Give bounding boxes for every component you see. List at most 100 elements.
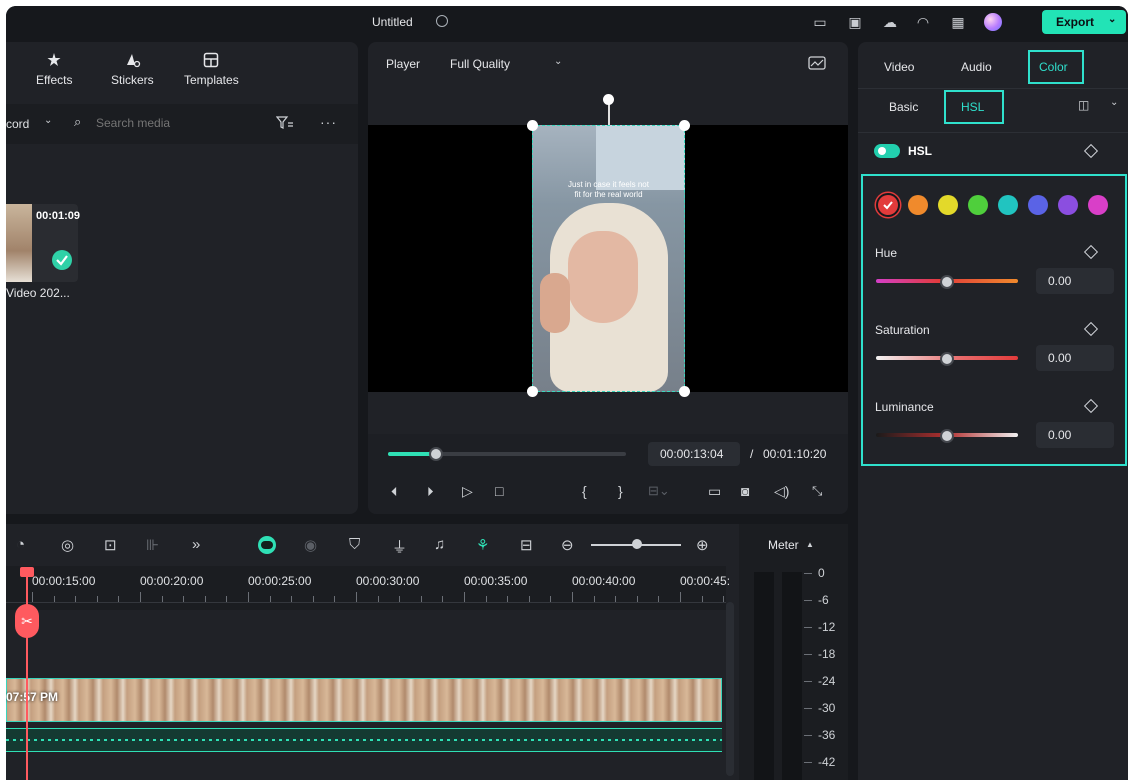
playhead-knob[interactable]: [428, 447, 443, 461]
color-swatch-5[interactable]: [1028, 195, 1048, 215]
ruler-tick: [572, 592, 573, 602]
luminance-value-field[interactable]: 0.00: [1036, 422, 1114, 448]
tab-effects[interactable]: Effects: [36, 51, 72, 87]
split-scissors-icon[interactable]: ✂: [15, 604, 39, 638]
color-swatch-1[interactable]: [908, 195, 928, 215]
media-clip[interactable]: 00:01:09: [6, 204, 81, 282]
rotate-handle[interactable]: [603, 94, 614, 105]
record-disabled-icon: ◉: [304, 537, 318, 554]
quality-dropdown[interactable]: Full Quality: [450, 57, 510, 71]
color-swatch-7[interactable]: [1088, 195, 1108, 215]
export-label: Export: [1056, 15, 1095, 29]
fullscreen-icon[interactable]: ⤡: [812, 483, 822, 499]
ruler-tick: [248, 592, 249, 602]
hsl-toggle-label: HSL: [908, 144, 932, 158]
color-swatch-0[interactable]: [878, 195, 898, 215]
playback-progress[interactable]: [388, 452, 626, 456]
color-swatch-4[interactable]: [998, 195, 1018, 215]
more-tools-icon[interactable]: »: [192, 536, 200, 553]
compare-view-icon[interactable]: ◫: [1078, 98, 1089, 112]
prev-frame-icon[interactable]: ⏴: [391, 484, 398, 500]
music-list-icon[interactable]: ♫: [434, 536, 445, 553]
meter-scale-label: -42: [818, 755, 836, 769]
search-input[interactable]: [94, 113, 268, 133]
saved-check-icon: [436, 15, 448, 27]
meter-scale-label: -36: [818, 728, 836, 742]
search-icon: ⌕: [74, 114, 82, 129]
layout-icon[interactable]: ▭: [812, 14, 828, 30]
hue-value-field[interactable]: 0.00: [1036, 268, 1114, 294]
playhead-line[interactable]: [26, 568, 28, 780]
color-palette-icon[interactable]: ◎: [61, 536, 74, 554]
camera-snapshot-icon[interactable]: ◙: [741, 483, 749, 499]
filter-icon[interactable]: [276, 116, 294, 130]
cloud-upload-icon[interactable]: ☁: [882, 14, 898, 30]
playhead-head[interactable]: [20, 567, 34, 577]
meter-scale-label: -6: [818, 593, 829, 607]
saturation-slider-knob[interactable]: [940, 352, 954, 366]
meter-tick: [804, 708, 812, 709]
shield-icon[interactable]: ⛉: [349, 536, 360, 553]
subtab-chevron-icon[interactable]: ⌄: [1110, 97, 1118, 108]
video-clip-track[interactable]: [6, 678, 722, 722]
export-button[interactable]: Export ⌄: [1042, 10, 1126, 34]
ai-assistant-icon[interactable]: [258, 536, 276, 554]
more-options-icon[interactable]: ···: [320, 114, 337, 130]
resize-handle-br[interactable]: [679, 386, 690, 397]
hsl-toggle[interactable]: [874, 144, 900, 158]
selected-check-icon: [52, 250, 72, 270]
microphone-icon[interactable]: ⏚: [392, 536, 407, 557]
account-avatar[interactable]: [984, 13, 1002, 31]
color-swatch-2[interactable]: [938, 195, 958, 215]
meter-scale-label: -30: [818, 701, 836, 715]
fit-timeline-icon[interactable]: ⊟: [520, 536, 533, 554]
tab-templates[interactable]: Templates: [184, 51, 239, 87]
resize-handle-tl[interactable]: [527, 120, 538, 131]
subtab-basic[interactable]: Basic: [889, 100, 918, 114]
luminance-slider-knob[interactable]: [940, 429, 954, 443]
play-icon[interactable]: ▷: [462, 483, 473, 500]
snapshot-view-icon[interactable]: [808, 56, 826, 70]
apps-grid-icon[interactable]: ▦: [950, 14, 966, 30]
subtab-hsl[interactable]: HSL: [961, 100, 984, 114]
resize-handle-tr[interactable]: [679, 120, 690, 131]
saturation-value-field[interactable]: 0.00: [1036, 345, 1114, 371]
swatch-check-icon: [883, 201, 893, 210]
zoom-out-icon[interactable]: ⊖: [561, 536, 574, 554]
save-icon[interactable]: ▣: [847, 14, 863, 30]
timeline-scrollbar[interactable]: [726, 602, 734, 776]
tab-color[interactable]: Color: [1039, 60, 1068, 74]
next-frame-icon[interactable]: ⏵: [427, 484, 434, 500]
transform-box[interactable]: [532, 125, 685, 392]
meter-tick: [804, 573, 812, 574]
hue-slider-knob[interactable]: [940, 275, 954, 289]
mark-out-icon[interactable]: }: [618, 483, 623, 499]
tab-audio[interactable]: Audio: [961, 60, 992, 74]
support-headset-icon[interactable]: ◠: [915, 14, 931, 30]
color-swatch-3[interactable]: [968, 195, 988, 215]
ruler-label: 00:00:40:00: [572, 574, 636, 588]
stop-icon[interactable]: □: [495, 483, 503, 499]
meter-title[interactable]: Meter: [768, 538, 799, 552]
record-dropdown[interactable]: cord: [6, 117, 29, 131]
snap-magnet-icon[interactable]: ⚘: [476, 536, 489, 554]
speed-icon[interactable]: ◔: [16, 536, 25, 553]
audio-waveform: [6, 739, 722, 741]
timeline-ruler[interactable]: [6, 566, 726, 610]
mark-in-icon[interactable]: {: [582, 483, 587, 499]
clip-duration: 00:01:09: [36, 210, 81, 222]
zoom-slider-knob[interactable]: [632, 539, 642, 549]
tab-video[interactable]: Video: [884, 60, 914, 74]
volume-icon[interactable]: ◁): [774, 483, 789, 500]
color-swatch-6[interactable]: [1058, 195, 1078, 215]
monitor-icon[interactable]: ⊡: [104, 536, 117, 554]
hue-label: Hue: [875, 246, 898, 260]
project-title[interactable]: Untitled: [372, 15, 413, 29]
display-icon[interactable]: ▭: [708, 483, 721, 500]
resize-handle-bl[interactable]: [527, 386, 538, 397]
ruler-label: 00:00:20:00: [140, 574, 204, 588]
zoom-in-icon[interactable]: ⊕: [696, 536, 709, 554]
tab-stickers[interactable]: Stickers: [111, 51, 154, 87]
templates-icon: [204, 52, 219, 68]
meter-tick: [804, 654, 812, 655]
